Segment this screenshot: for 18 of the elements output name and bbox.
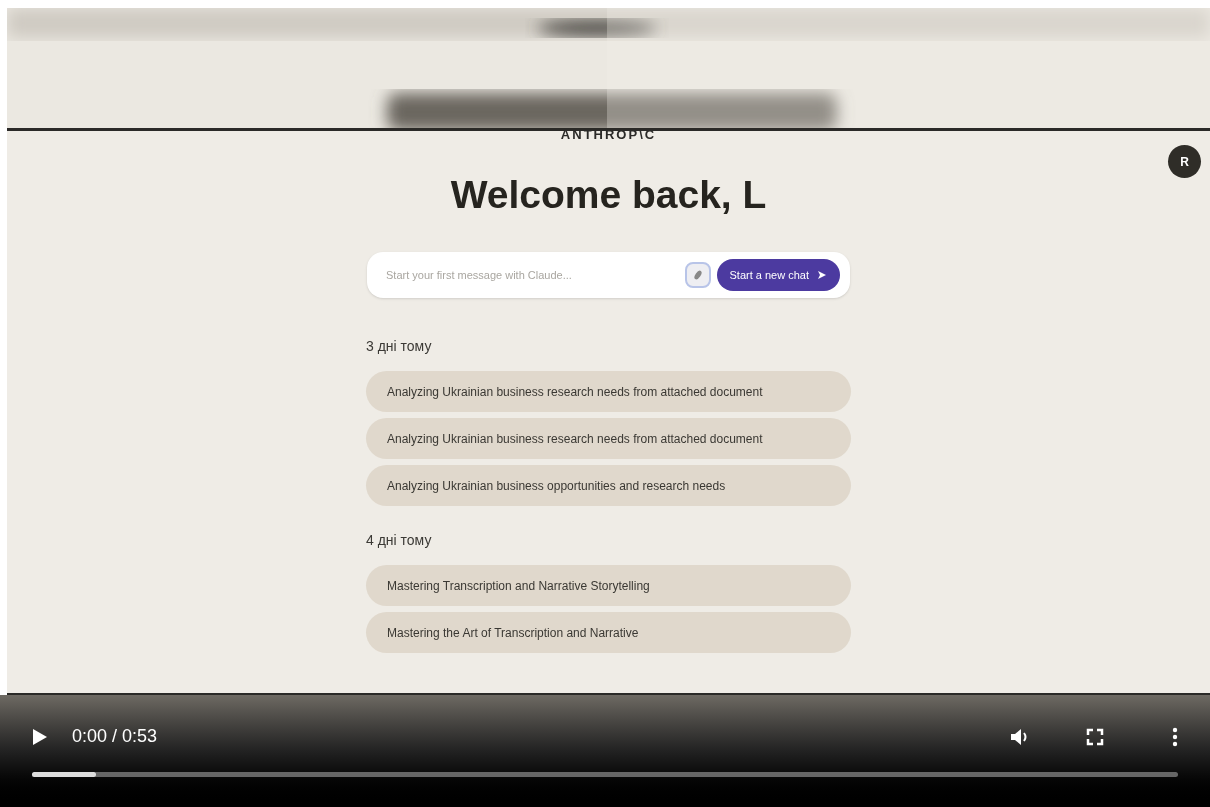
- chat-item[interactable]: Mastering Transcription and Narrative Storytelling: [366, 565, 851, 606]
- paperclip-icon[interactable]: [684, 262, 711, 288]
- play-icon[interactable]: [32, 727, 48, 746]
- progress-track[interactable]: [32, 772, 1178, 777]
- chat-item[interactable]: Analyzing Ukrainian business opportunities and research needs: [366, 465, 851, 506]
- fullscreen-icon[interactable]: [1086, 727, 1104, 746]
- chat-item[interactable]: Analyzing Ukrainian business research needs from attached document: [366, 418, 851, 459]
- group-label: 3 дні тому: [366, 337, 433, 356]
- group-label: 4 дні тому: [366, 531, 433, 550]
- avatar[interactable]: R: [1168, 145, 1201, 178]
- chat-item[interactable]: Analyzing Ukrainian business research needs from attached document: [366, 371, 851, 412]
- message-field[interactable]: Start your first message with Claude...: [386, 266, 679, 284]
- chat-item[interactable]: Mastering the Art of Transcription and Narrative: [366, 612, 851, 653]
- more-icon[interactable]: [1172, 726, 1178, 747]
- video-time: 0:00 / 0:53: [72, 725, 158, 748]
- send-icon: [817, 270, 827, 280]
- new-chat-button[interactable]: Start a new chat: [716, 259, 840, 291]
- heading: Welcome back, L: [450, 175, 767, 214]
